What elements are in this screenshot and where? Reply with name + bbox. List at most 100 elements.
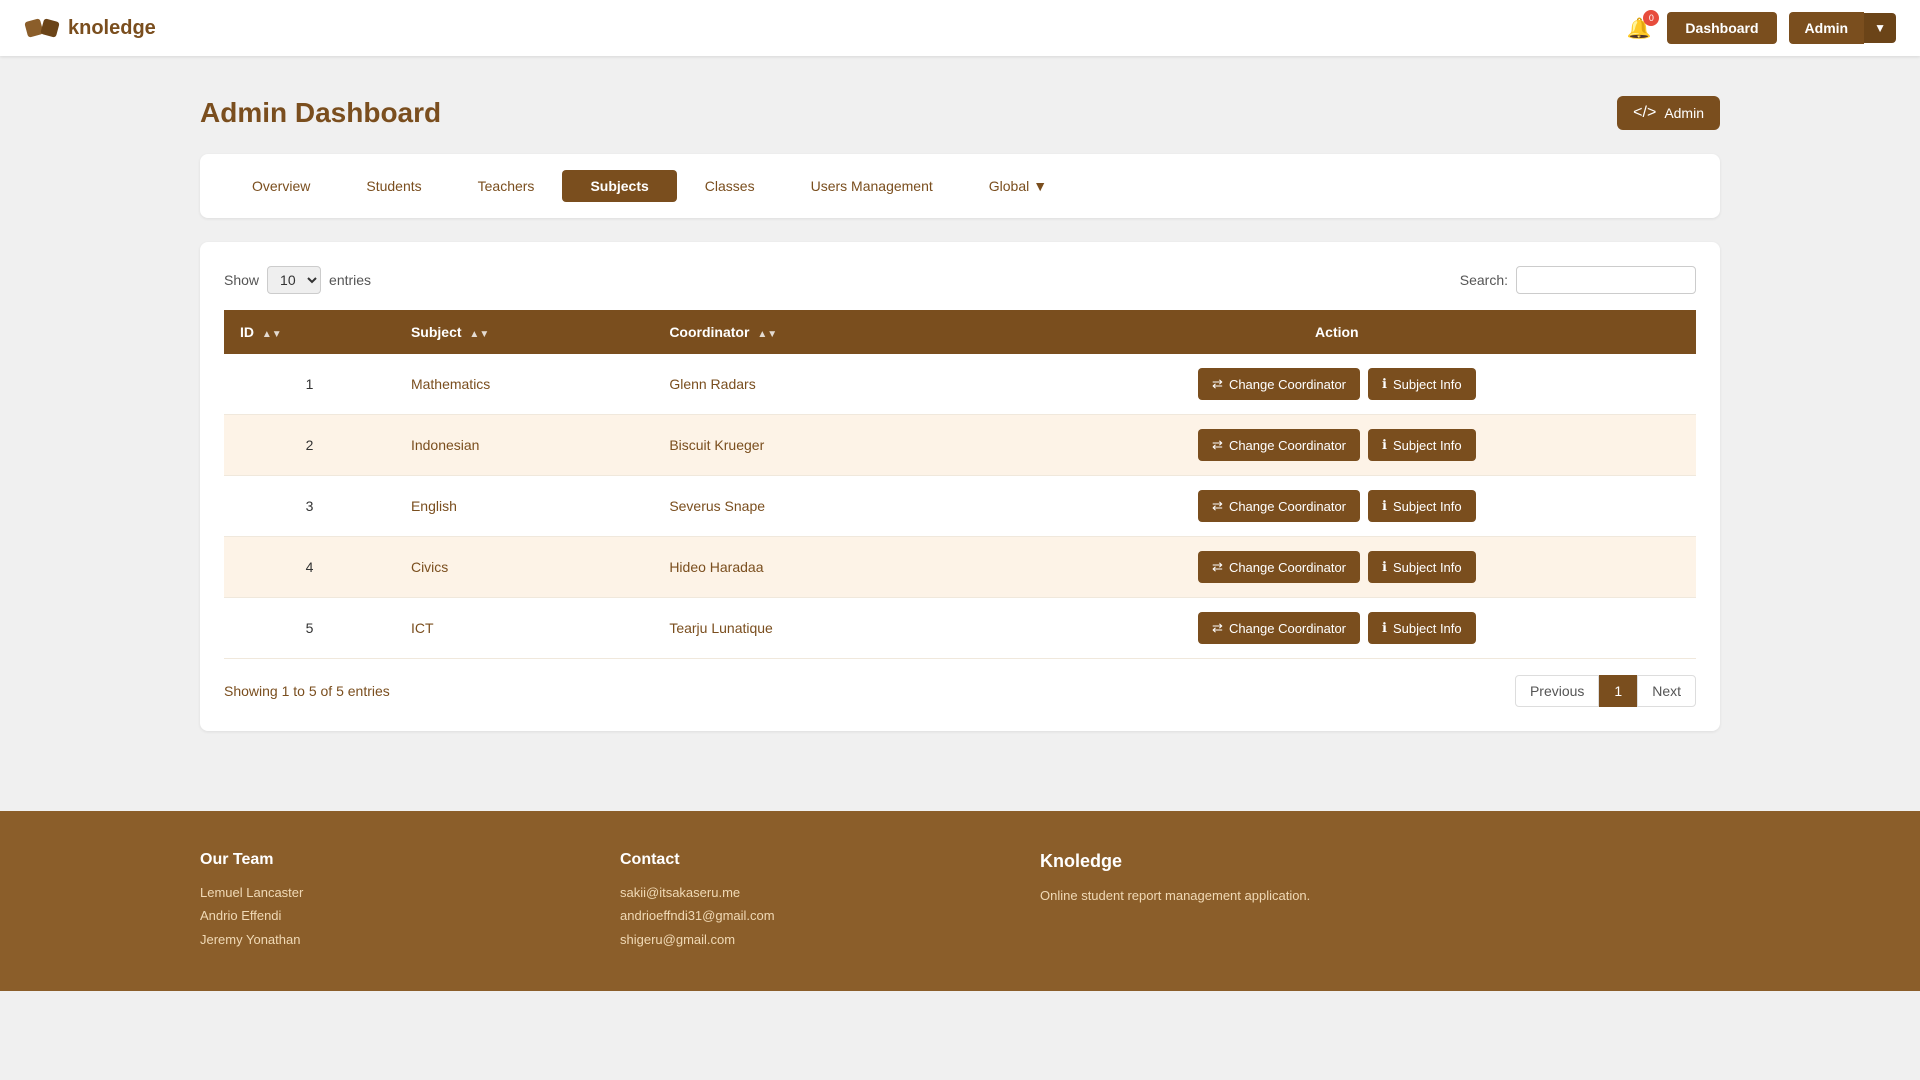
role-label: Admin (1664, 105, 1704, 121)
col-action: Action (978, 310, 1696, 354)
cell-id: 3 (224, 476, 395, 537)
change-coordinator-button[interactable]: ⇄ Change Coordinator (1198, 490, 1360, 522)
change-coordinator-button[interactable]: ⇄ Change Coordinator (1198, 612, 1360, 644)
pagination: Previous 1 Next (1515, 675, 1696, 707)
transfer-icon: ⇄ (1212, 376, 1223, 392)
logo-icon (24, 10, 60, 46)
tab-overview[interactable]: Overview (224, 170, 338, 202)
page-header: Admin Dashboard </> Admin (200, 96, 1720, 130)
sort-icon-id: ▲▼ (262, 329, 282, 340)
show-select[interactable]: 10 25 50 (267, 266, 321, 294)
role-badge: </> Admin (1617, 96, 1720, 130)
subject-info-button[interactable]: ℹ Subject Info (1368, 368, 1476, 400)
info-icon: ℹ (1382, 559, 1387, 575)
contact-email-3[interactable]: shigeru@gmail.com (620, 928, 960, 951)
show-label: Show (224, 272, 259, 288)
sort-icon-coordinator: ▲▼ (757, 329, 777, 340)
table-row: 1 Mathematics Glenn Radars ⇄ Change Coor… (224, 354, 1696, 415)
col-subject: Subject ▲▼ (395, 310, 653, 354)
tab-subjects[interactable]: Subjects (562, 170, 676, 202)
table-row: 2 Indonesian Biscuit Krueger ⇄ Change Co… (224, 415, 1696, 476)
search-area: Search: (1460, 266, 1696, 294)
cell-coordinator: Severus Snape (653, 476, 977, 537)
info-icon: ℹ (1382, 437, 1387, 453)
subject-info-button[interactable]: ℹ Subject Info (1368, 551, 1476, 583)
tab-global[interactable]: Global ▼ (961, 170, 1075, 202)
footer-brand: Knoledge Online student report managemen… (1040, 851, 1720, 951)
cell-action: ⇄ Change Coordinator ℹ Subject Info (978, 537, 1696, 598)
info-icon: ℹ (1382, 498, 1387, 514)
transfer-icon: ⇄ (1212, 559, 1223, 575)
cell-id: 5 (224, 598, 395, 659)
header-right: 🔔 0 Dashboard Admin ▼ (1623, 12, 1896, 45)
cell-coordinator: Biscuit Krueger (653, 415, 977, 476)
footer-brand-desc: Online student report management applica… (1040, 884, 1720, 907)
tab-users-management[interactable]: Users Management (783, 170, 961, 202)
entries-label: entries (329, 272, 371, 288)
cell-id: 4 (224, 537, 395, 598)
team-member-3: Jeremy Yonathan (200, 928, 540, 951)
cell-coordinator: Glenn Radars (653, 354, 977, 415)
info-icon: ℹ (1382, 620, 1387, 636)
subject-info-button[interactable]: ℹ Subject Info (1368, 612, 1476, 644)
transfer-icon: ⇄ (1212, 498, 1223, 514)
cell-coordinator: Hideo Haradaa (653, 537, 977, 598)
table-row: 3 English Severus Snape ⇄ Change Coordin… (224, 476, 1696, 537)
col-coordinator: Coordinator ▲▼ (653, 310, 977, 354)
cell-action: ⇄ Change Coordinator ℹ Subject Info (978, 598, 1696, 659)
tab-classes[interactable]: Classes (677, 170, 783, 202)
change-coordinator-button[interactable]: ⇄ Change Coordinator (1198, 429, 1360, 461)
cell-id: 1 (224, 354, 395, 415)
tab-students[interactable]: Students (338, 170, 449, 202)
search-input[interactable] (1516, 266, 1696, 294)
contact-email-1[interactable]: sakii@itsakaseru.me (620, 881, 960, 904)
footer: Our Team Lemuel Lancaster Andrio Effendi… (0, 811, 1920, 991)
cell-subject: Civics (395, 537, 653, 598)
prev-page-button[interactable]: Previous (1515, 675, 1599, 707)
page-title: Admin Dashboard (200, 97, 441, 129)
sort-icon-subject: ▲▼ (469, 329, 489, 340)
tab-teachers[interactable]: Teachers (450, 170, 563, 202)
admin-main-button[interactable]: Admin (1789, 12, 1865, 44)
transfer-icon: ⇄ (1212, 620, 1223, 636)
show-entries-control: Show 10 25 50 entries (224, 266, 371, 294)
change-coordinator-button[interactable]: ⇄ Change Coordinator (1198, 368, 1360, 400)
cell-action: ⇄ Change Coordinator ℹ Subject Info (978, 354, 1696, 415)
cell-action: ⇄ Change Coordinator ℹ Subject Info (978, 476, 1696, 537)
dashboard-button[interactable]: Dashboard (1667, 12, 1776, 44)
contact-email-2[interactable]: andrioeffndi31@gmail.com (620, 904, 960, 927)
page-1-button[interactable]: 1 (1599, 675, 1637, 707)
admin-button-group: Admin ▼ (1789, 12, 1896, 44)
cell-subject: ICT (395, 598, 653, 659)
subjects-table: ID ▲▼ Subject ▲▼ Coordinator ▲▼ Action (224, 310, 1696, 659)
footer-contact: Contact sakii@itsakaseru.me andrioeffndi… (620, 851, 960, 951)
subject-info-button[interactable]: ℹ Subject Info (1368, 490, 1476, 522)
subject-info-button[interactable]: ℹ Subject Info (1368, 429, 1476, 461)
cell-subject: Mathematics (395, 354, 653, 415)
info-icon: ℹ (1382, 376, 1387, 392)
table-controls: Show 10 25 50 entries Search: (224, 266, 1696, 294)
next-page-button[interactable]: Next (1637, 675, 1696, 707)
cell-subject: English (395, 476, 653, 537)
notification-button[interactable]: 🔔 0 (1623, 12, 1656, 45)
table-row: 5 ICT Tearju Lunatique ⇄ Change Coordina… (224, 598, 1696, 659)
footer-brand-title: Knoledge (1040, 851, 1720, 872)
table-row: 4 Civics Hideo Haradaa ⇄ Change Coordina… (224, 537, 1696, 598)
cell-subject: Indonesian (395, 415, 653, 476)
cell-action: ⇄ Change Coordinator ℹ Subject Info (978, 415, 1696, 476)
cell-coordinator: Tearju Lunatique (653, 598, 977, 659)
team-member-1: Lemuel Lancaster (200, 881, 540, 904)
nav-card: Overview Students Teachers Subjects Clas… (200, 154, 1720, 218)
footer-team: Our Team Lemuel Lancaster Andrio Effendi… (200, 851, 540, 951)
chevron-down-icon: ▼ (1033, 178, 1047, 194)
showing-text: Showing 1 to 5 of 5 entries (224, 683, 390, 699)
code-icon: </> (1633, 104, 1656, 122)
footer-contact-title: Contact (620, 851, 960, 869)
logo-text: knoledge (68, 17, 156, 40)
transfer-icon: ⇄ (1212, 437, 1223, 453)
notif-badge: 0 (1643, 10, 1659, 26)
admin-dropdown-button[interactable]: ▼ (1864, 13, 1896, 43)
main-content: Admin Dashboard </> Admin Overview Stude… (0, 56, 1920, 771)
logo-area: knoledge (24, 10, 156, 46)
change-coordinator-button[interactable]: ⇄ Change Coordinator (1198, 551, 1360, 583)
